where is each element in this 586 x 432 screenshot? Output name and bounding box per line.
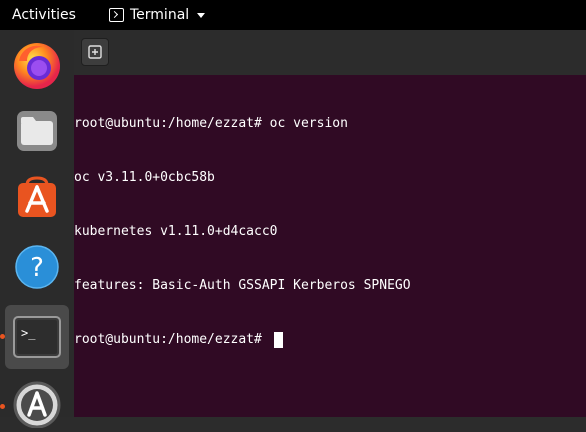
new-tab-icon (88, 45, 102, 59)
dock-item-terminal[interactable]: >_ (5, 305, 69, 369)
dock-item-help[interactable]: ? (8, 238, 66, 296)
app-menu-label: Terminal (130, 7, 190, 23)
dock-item-firefox[interactable] (8, 36, 66, 94)
dock-item-files[interactable] (8, 102, 66, 160)
dock-item-ubuntu-software[interactable] (8, 168, 66, 226)
help-glyph: ? (30, 253, 44, 283)
software-center-icon (18, 176, 56, 217)
terminal-prompt-line: root@ubuntu:/home/ezzat# (74, 331, 586, 349)
activities-button[interactable]: Activities (12, 7, 76, 23)
terminal-icon (109, 8, 124, 22)
terminal-glyph: >_ (21, 326, 36, 340)
terminal-window: root@ubuntu:/home/ezzat# oc version oc v… (74, 30, 586, 417)
terminal-header-bar (74, 30, 586, 75)
running-indicator (0, 404, 5, 409)
terminal-line: features: Basic-Auth GSSAPI Kerberos SPN… (74, 278, 411, 293)
terminal-prompt: root@ubuntu:/home/ezzat# (74, 332, 270, 347)
terminal-line: kubernetes v1.11.0+d4cacc0 (74, 224, 278, 239)
text-cursor (273, 332, 283, 348)
terminal-output[interactable]: root@ubuntu:/home/ezzat# oc version oc v… (74, 75, 586, 417)
files-icon (17, 111, 57, 151)
dock-item-software-updater[interactable] (8, 374, 66, 432)
app-menu-button[interactable]: Terminal (109, 5, 206, 25)
terminal-icon: >_ (13, 316, 61, 358)
terminal-line: root@ubuntu:/home/ezzat# oc version (74, 116, 348, 131)
firefox-icon (14, 43, 60, 89)
terminal-line: oc v3.11.0+0cbc58b (74, 170, 215, 185)
caret-down-icon (197, 12, 206, 18)
software-updater-icon (13, 381, 61, 428)
help-icon: ? (15, 245, 59, 289)
top-bar: Activities Terminal (0, 0, 586, 30)
new-tab-button[interactable] (81, 38, 109, 66)
dock: ? >_ (0, 30, 74, 428)
